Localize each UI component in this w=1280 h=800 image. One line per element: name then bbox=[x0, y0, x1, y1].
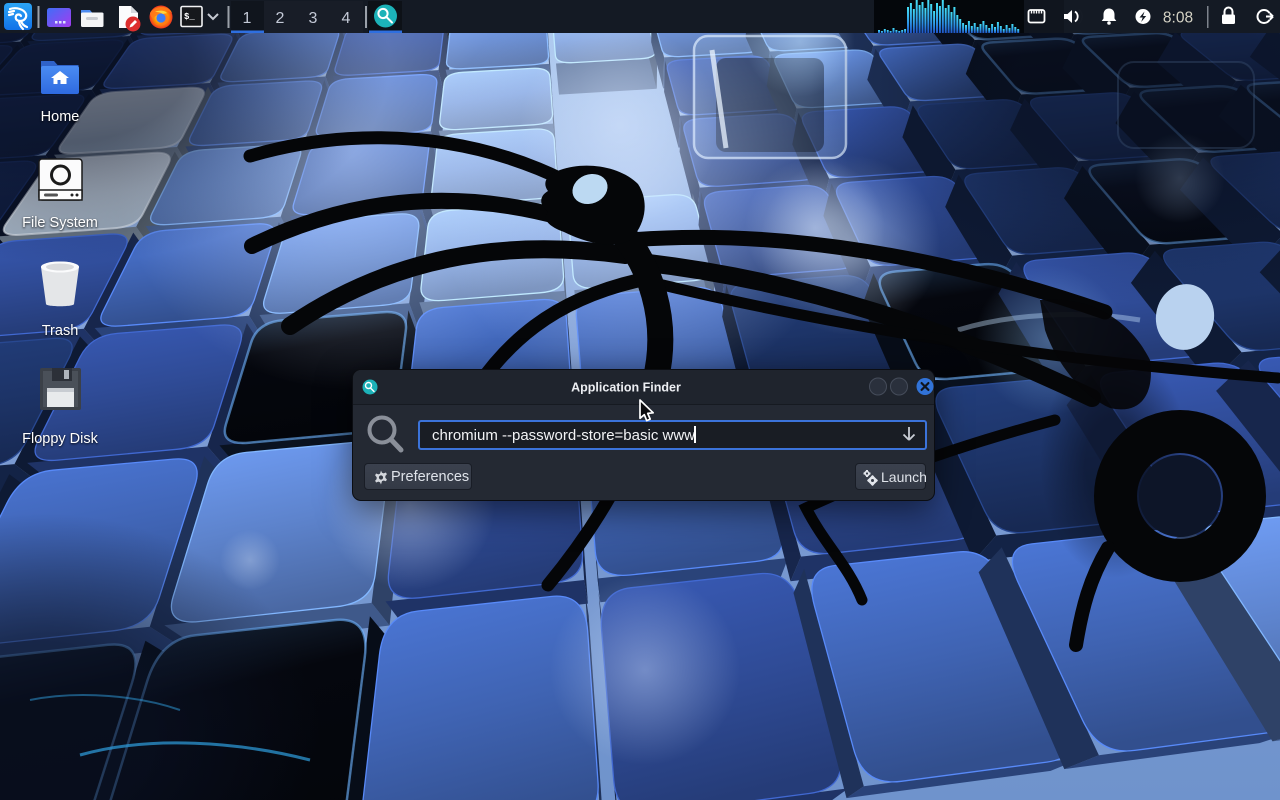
svg-text:4: 4 bbox=[342, 10, 351, 27]
svg-text:$_: $_ bbox=[184, 12, 195, 22]
svg-text:Application Finder: Application Finder bbox=[571, 381, 681, 395]
svg-text:3: 3 bbox=[309, 10, 318, 27]
svg-text:8:08: 8:08 bbox=[1163, 10, 1193, 27]
svg-text:2: 2 bbox=[276, 10, 285, 27]
svg-text:1: 1 bbox=[243, 10, 252, 27]
